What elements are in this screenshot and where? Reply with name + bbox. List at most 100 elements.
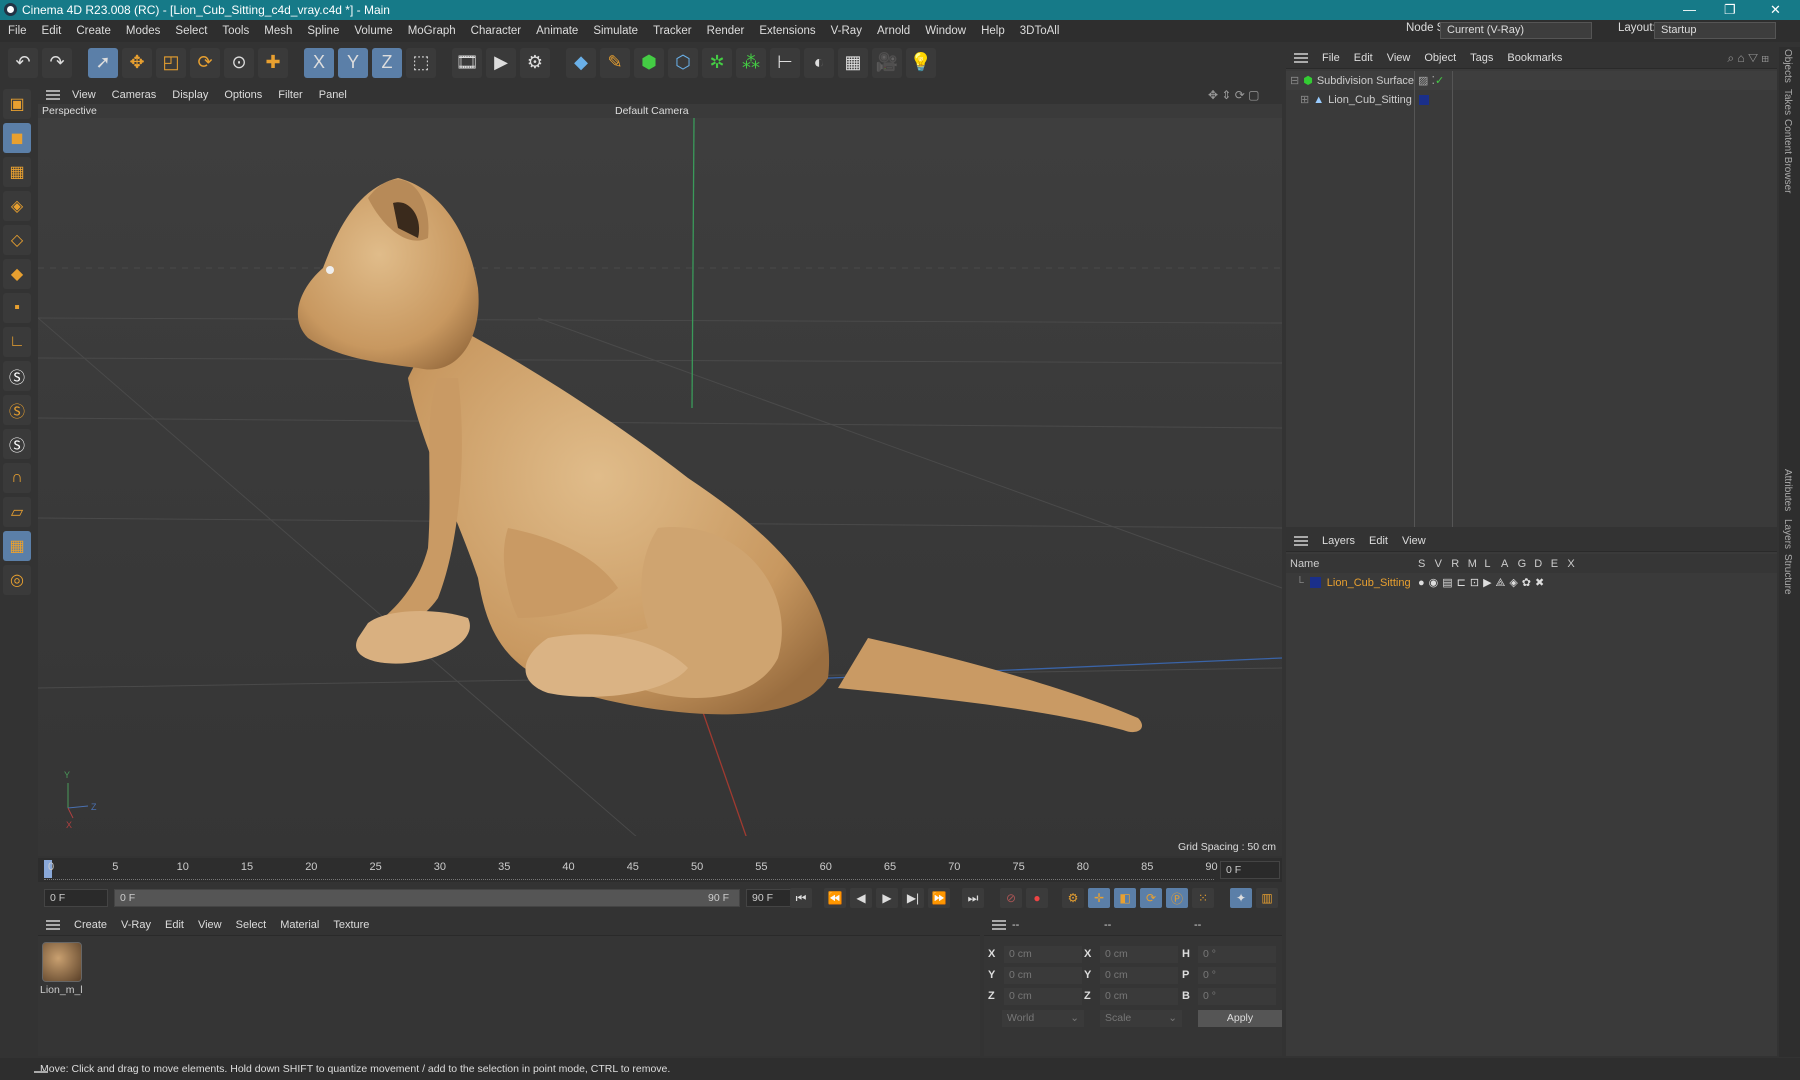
coord-system-icon[interactable]: ⬚ [406, 47, 436, 78]
objects-menu-object[interactable]: Object [1424, 52, 1456, 64]
start-frame-field[interactable]: 0 F [44, 889, 108, 907]
layer-color-swatch[interactable] [1309, 577, 1321, 588]
timeline-window-icon[interactable]: ▥ [1256, 888, 1278, 908]
right-tab-layers[interactable]: Layers [1782, 519, 1793, 549]
model-mode-icon[interactable]: ◼ [3, 123, 31, 153]
floor-grid-icon[interactable]: ▱ [3, 497, 31, 527]
viewport-menu-display[interactable]: Display [172, 89, 208, 101]
coord-field[interactable]: 0 cm [1004, 967, 1082, 984]
menu-mograph[interactable]: MoGraph [408, 25, 456, 37]
deformer-icon[interactable]: ⊢ [770, 47, 800, 78]
menu-edit[interactable]: Edit [42, 25, 62, 37]
layer-menu-icon[interactable] [1294, 535, 1308, 546]
workplane-icon[interactable]: ∟ [3, 327, 31, 357]
layer-column-g[interactable]: G [1518, 558, 1527, 570]
menu-v-ray[interactable]: V-Ray [831, 25, 862, 37]
viewport[interactable]: View Cameras Display Options Filter Panel ✥ ⇕… [38, 86, 1282, 856]
layers-menu-view[interactable]: View [1402, 535, 1426, 547]
close-button[interactable]: ✕ [1770, 0, 1781, 20]
menu-tools[interactable]: Tools [222, 25, 249, 37]
move-icon[interactable]: ✥ [122, 47, 152, 78]
layer-column-l[interactable]: L [1484, 558, 1490, 570]
add-icon[interactable]: ✚ [258, 47, 288, 78]
3d-scene[interactable]: Y Z X Grid Spacing : 50 cm [38, 118, 1282, 856]
quantize-icon[interactable]: Ⓢ [3, 429, 31, 459]
menu-select[interactable]: Select [175, 25, 207, 37]
coord-field[interactable]: 0 ° [1198, 988, 1276, 1005]
objects-menu-file[interactable]: File [1322, 52, 1340, 64]
node-space-dropdown[interactable]: Current (V-Ray) [1440, 22, 1592, 39]
materials-menu-select[interactable]: Select [236, 919, 267, 931]
right-tab-structure[interactable]: Structure [1782, 554, 1793, 595]
edge-mode-icon[interactable]: ◇ [3, 225, 31, 255]
menu-spline[interactable]: Spline [307, 25, 339, 37]
render-settings-icon[interactable]: ⚙ [520, 47, 550, 78]
menu-animate[interactable]: Animate [536, 25, 578, 37]
menu-create[interactable]: Create [76, 25, 111, 37]
current-frame-field[interactable]: 0 F [1220, 861, 1280, 879]
layers-menu-edit[interactable]: Edit [1369, 535, 1388, 547]
coord-mode-dropdown[interactable]: World ⌄ [1002, 1010, 1084, 1027]
polygon-mode-icon[interactable]: ◆ [3, 259, 31, 289]
minimize-button[interactable]: — [1683, 0, 1696, 20]
timeline-ruler[interactable]: 0 5 10 15 20 25 30 35 40 45 50 55 60 65 70 75 80 85 90 [38, 858, 1282, 882]
menu-modes[interactable]: Modes [126, 25, 161, 37]
materials-menu-material[interactable]: Material [280, 919, 319, 931]
keyframe-settings-icon[interactable]: ⚙ [1062, 888, 1084, 908]
record-icon[interactable]: ⊘ [1000, 888, 1022, 908]
menu-3dtoall[interactable]: 3DToAll [1020, 25, 1060, 37]
camera-icon[interactable]: 🎥 [872, 47, 902, 78]
layer-column-s[interactable]: S [1418, 558, 1425, 570]
render-view-icon[interactable]: ▶ [486, 47, 516, 78]
layer-column-e[interactable]: E [1551, 558, 1558, 570]
menu-render[interactable]: Render [707, 25, 745, 37]
undo-icon[interactable]: ↶ [8, 47, 38, 78]
snap-settings-icon[interactable]: Ⓢ [3, 395, 31, 425]
subdivision-icon[interactable]: ⬢ [634, 47, 664, 78]
menu-tracker[interactable]: Tracker [653, 25, 692, 37]
materials-menu-texture[interactable]: Texture [333, 919, 369, 931]
menu-help[interactable]: Help [981, 25, 1005, 37]
layer-column-v[interactable]: V [1435, 558, 1442, 570]
key-rotation-icon[interactable]: ⟳ [1140, 888, 1162, 908]
coord-menu-icon[interactable] [992, 919, 1006, 930]
prev-key-icon[interactable]: ⏪ [824, 888, 846, 908]
goto-start-icon[interactable]: ⏮ [790, 888, 812, 908]
y-axis-icon[interactable]: Y [338, 47, 368, 78]
menu-file[interactable]: File [8, 25, 27, 37]
autokey-icon[interactable]: ● [1026, 888, 1048, 908]
menu-arnold[interactable]: Arnold [877, 25, 910, 37]
objects-menu-edit[interactable]: Edit [1354, 52, 1373, 64]
coord-field[interactable]: 0 cm [1100, 967, 1178, 984]
key-position-icon[interactable]: ✛ [1088, 888, 1110, 908]
mograph-icon[interactable]: ⁂ [736, 47, 766, 78]
point-mode-icon[interactable]: ◈ [3, 191, 31, 221]
layer-column-d[interactable]: D [1534, 558, 1542, 570]
key-pla-icon[interactable]: ⁙ [1192, 888, 1214, 908]
floor-icon[interactable]: ▦ [838, 47, 868, 78]
layer-column-x[interactable]: X [1567, 558, 1574, 570]
viewport-menu-icon[interactable] [46, 90, 60, 100]
object-tags-icons[interactable]: ▨ ⁚✓ [1418, 74, 1444, 87]
key-param-icon[interactable]: Ⓟ [1166, 888, 1188, 908]
viewport-menu-view[interactable]: View [72, 89, 96, 101]
axis-lock-icon[interactable]: ◎ [3, 565, 31, 595]
viewport-nav-icons[interactable]: ✥ ⇕ ⟳ ▢ [1208, 88, 1260, 102]
coord-field[interactable]: 0 cm [1100, 946, 1178, 963]
right-tab-content-browser[interactable]: Content Browser [1782, 119, 1793, 193]
viewport-menu-cameras[interactable]: Cameras [112, 89, 157, 101]
object-menu-icon[interactable] [1294, 52, 1308, 63]
material-swatch[interactable] [42, 942, 82, 982]
snap-icon[interactable]: Ⓢ [3, 361, 31, 391]
objects-menu-bookmarks[interactable]: Bookmarks [1507, 52, 1562, 64]
motion-icon[interactable]: ✦ [1230, 888, 1252, 908]
layer-flag-icons[interactable]: ●◉▤⊏⊡▶⟁◈✿✖ [1418, 576, 1548, 590]
viewport-menu-filter[interactable]: Filter [278, 89, 302, 101]
viewport-menu-panel[interactable]: Panel [319, 89, 347, 101]
coord-field[interactable]: 0 cm [1004, 946, 1082, 963]
layer-row[interactable]: └ Lion_Cub_Sitting ●◉▤⊏⊡▶⟁◈✿✖ [1286, 573, 1777, 592]
viewport-menu-options[interactable]: Options [224, 89, 262, 101]
material-menu-icon[interactable] [46, 919, 60, 930]
right-tab-takes[interactable]: Takes [1782, 89, 1793, 115]
materials-menu-v-ray[interactable]: V-Ray [121, 919, 151, 931]
